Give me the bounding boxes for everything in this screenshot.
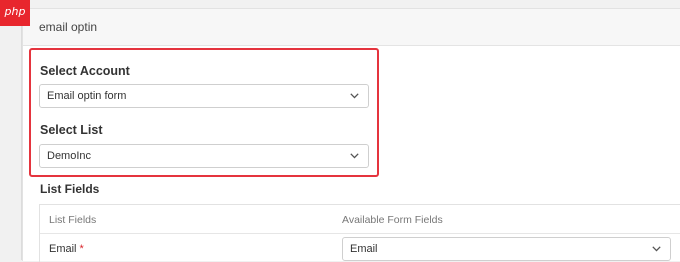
list-field-email-label: Email * (49, 243, 84, 255)
table-header-row: List Fields Available Form Fields (40, 205, 680, 234)
panel-header[interactable]: email optin (23, 9, 680, 46)
required-marker: * (79, 243, 84, 255)
php-watermark-logo: php (0, 0, 30, 26)
panel-title: email optin (39, 20, 98, 34)
list-fields-heading: List Fields (40, 182, 100, 196)
highlight-box (29, 48, 379, 177)
column-header-available-form-fields: Available Form Fields (342, 214, 443, 226)
list-fields-table: List Fields Available Form Fields Email *… (39, 204, 680, 262)
column-header-list-fields: List Fields (49, 214, 97, 226)
form-field-email-value: Email (350, 243, 378, 255)
form-field-email-dropdown[interactable]: Email (342, 237, 671, 261)
chevron-down-icon (652, 246, 661, 252)
email-optin-panel: email optin Select Account Email optin f… (22, 8, 680, 262)
